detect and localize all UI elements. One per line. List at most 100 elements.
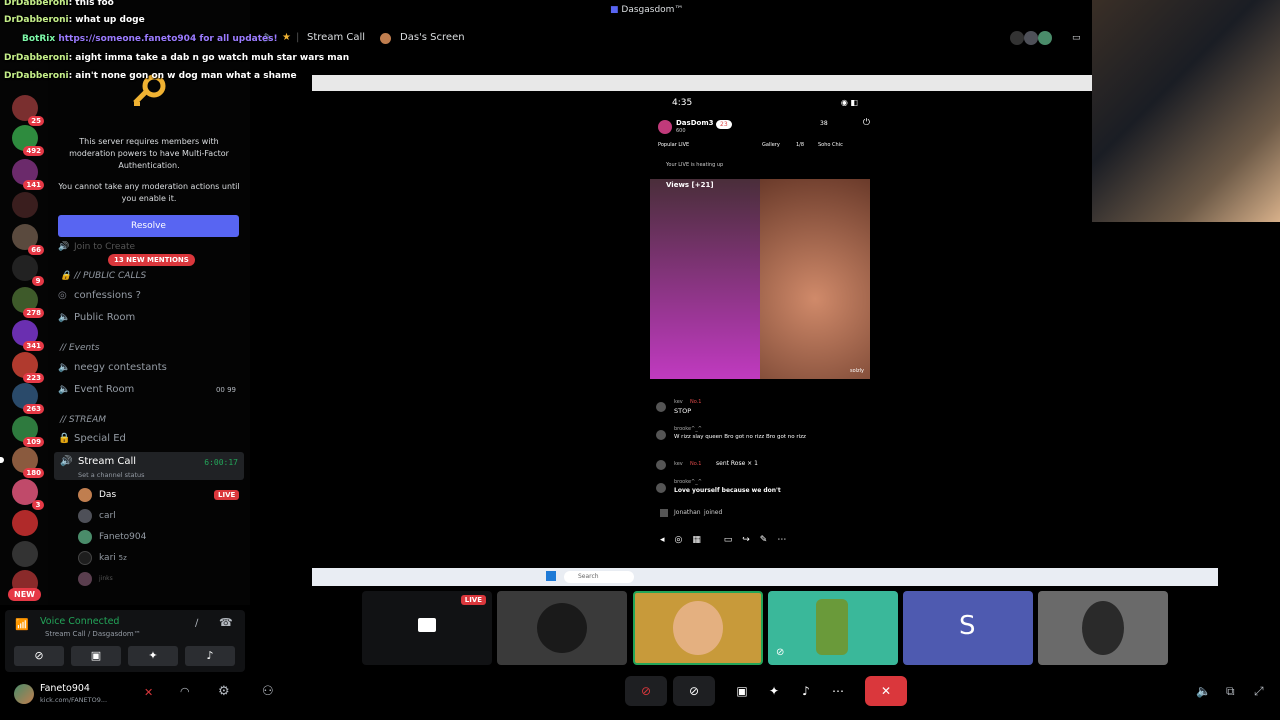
chat-line: DrDabberoni: what up doge	[4, 15, 145, 25]
soundboard-button[interactable]: ♪	[185, 646, 235, 666]
channel-public-room[interactable]: 🔈 Public Room	[58, 308, 244, 328]
channel-status[interactable]: Set a channel status	[78, 471, 145, 479]
windows-taskbar: Search	[312, 568, 1218, 586]
server-icon[interactable]: 25	[12, 95, 44, 126]
channel-stream-call[interactable]: 🔊 Stream Call Set a channel status 6:00:…	[54, 452, 244, 480]
voice-user[interactable]: Das	[78, 486, 116, 504]
channel-neegy-contestants[interactable]: 🔈 neegy contestants	[58, 358, 244, 378]
participant-tile[interactable]	[1038, 591, 1168, 665]
fullscreen-icon[interactable]: ⤢	[1254, 684, 1264, 699]
server-rail: 25 492 141 66 9 278 341 223 263 109 180 …	[0, 0, 48, 605]
participant-tile[interactable]	[497, 591, 627, 665]
disconnect-button[interactable]: ✕	[865, 676, 907, 706]
chat-line: DrDabberoni: aight imma take a dab n go …	[4, 53, 350, 63]
avatar	[656, 430, 666, 440]
avatar: S	[959, 611, 976, 641]
new-mentions-badge[interactable]: 13 NEW MENTIONS	[108, 254, 195, 266]
speaker-icon: 🔊	[60, 456, 73, 467]
voice-user[interactable]: kari 5z	[78, 549, 127, 567]
avatar	[78, 487, 92, 502]
server-icon[interactable]: 180	[0, 447, 44, 478]
avatar	[673, 601, 723, 655]
activities-button[interactable]: ✦	[128, 646, 178, 666]
avatar[interactable]	[1038, 31, 1052, 45]
server-icon[interactable]: 263	[12, 383, 44, 414]
noise-suppression-icon[interactable]: ∕	[195, 618, 198, 629]
server-icon[interactable]: 66	[12, 224, 44, 255]
screen-share-button[interactable]: ▣	[729, 676, 755, 706]
voice-user[interactable]: jinks	[78, 570, 113, 588]
camera-off-button[interactable]: ⊘	[14, 646, 64, 666]
participant-tile[interactable]: ⊘	[768, 591, 898, 665]
discord-logo-icon: ■	[610, 5, 619, 15]
user-panel: Faneto904 kick.com/FANETO9... ✕ ◠ ⚙	[0, 676, 250, 720]
speaker-icon: 🔊	[58, 242, 70, 252]
screen-share-button[interactable]: ▣	[71, 646, 121, 666]
channel-sidebar: This server requires members with modera…	[48, 0, 250, 605]
avatar[interactable]	[1024, 31, 1038, 45]
activities-button[interactable]: ✦	[761, 676, 787, 706]
channel-confessions[interactable]: ◎ confessions ?	[58, 286, 244, 306]
live-badge: LIVE	[214, 490, 240, 500]
soundboard-button[interactable]: ♪	[793, 676, 819, 706]
server-icon[interactable]: 278	[12, 287, 44, 318]
gift-counter: 23	[716, 120, 732, 129]
user-limit: 00 99	[215, 386, 236, 394]
host-name: DasDom3	[676, 119, 714, 127]
live-toolbar-icons: ◂◎▦ ▭↪✎⋯	[660, 535, 797, 545]
settings-gear-icon[interactable]: ⚙	[218, 684, 230, 699]
disconnect-icon[interactable]: ☎	[219, 616, 233, 629]
volume-icon[interactable]: 🔈	[1196, 684, 1211, 698]
resolve-button[interactable]: Resolve	[58, 215, 239, 237]
camera-toggle-button[interactable]: ⊘	[673, 676, 715, 706]
channel-special-ed[interactable]: 🔒 Special Ed	[58, 429, 244, 449]
avatar	[1082, 601, 1124, 655]
more-options-button[interactable]: ⋯	[825, 676, 851, 706]
avatar	[656, 460, 666, 470]
power-icon: ⏻	[862, 118, 870, 128]
server-icon[interactable]: 141	[12, 159, 44, 190]
star-icon: ★	[282, 32, 291, 43]
voice-user[interactable]: Faneto904	[78, 528, 146, 546]
category-public-calls[interactable]: 🔒 // PUBLIC CALLS	[60, 271, 146, 281]
headphones-icon[interactable]: ◠	[180, 685, 190, 698]
server-icon[interactable]: 341	[12, 320, 44, 351]
avatar[interactable]	[14, 684, 34, 704]
screen-name: Das's Screen	[400, 32, 465, 43]
participant-tile[interactable]	[633, 591, 763, 665]
custom-status: kick.com/FANETO9...	[40, 696, 108, 704]
category-events[interactable]: // Events	[60, 343, 99, 353]
server-icon[interactable]	[12, 510, 38, 536]
windows-start-icon	[546, 571, 556, 581]
server-icon[interactable]: 9	[12, 255, 44, 286]
category-stream[interactable]: // STREAM	[60, 415, 106, 425]
participant-tile[interactable]: S	[903, 591, 1033, 665]
mic-toggle-button[interactable]: ⊘	[625, 676, 667, 706]
call-header: 🔈 ★ | Stream Call Das's Screen ▭	[250, 28, 1092, 48]
server-icon[interactable]: 109	[12, 416, 44, 447]
add-friend-icon[interactable]: ⚇	[262, 684, 274, 699]
stage-icon: ◎	[58, 290, 67, 301]
viewer-count: 38	[820, 120, 828, 127]
server-icon[interactable]: 3	[12, 479, 44, 510]
call-controls: ⊘ ⊘ ▣ ✦ ♪ ⋯ ✕	[625, 676, 907, 708]
lock-icon: 🔒	[58, 433, 71, 444]
channel-event-room[interactable]: 🔈 Event Room 00 99	[58, 380, 244, 400]
avatar	[380, 33, 391, 44]
server-icon[interactable]	[12, 192, 38, 218]
phone-screen: 4:35 ◉ ◧ DasDom3 600 23 38 ⏻ Popular LIV…	[650, 90, 874, 550]
inbox-icon[interactable]: ▭	[1072, 28, 1081, 48]
mic-muted-icon[interactable]: ✕	[144, 686, 153, 699]
popout-icon[interactable]: ⧉	[1226, 684, 1235, 699]
signal-icon[interactable]: 📶	[15, 618, 29, 631]
server-icon[interactable]: 492	[12, 125, 44, 156]
voice-user[interactable]: carl	[78, 507, 116, 525]
browser-bar	[312, 75, 1092, 91]
server-icon[interactable]: 223	[12, 352, 44, 383]
new-badge[interactable]: NEW	[8, 588, 41, 601]
avatar[interactable]	[1010, 31, 1024, 45]
stream-view[interactable]: 4:35 ◉ ◧ DasDom3 600 23 38 ⏻ Popular LIV…	[312, 75, 1092, 585]
server-icon[interactable]	[12, 541, 38, 567]
chat-line: DrDabberoni: ain't none gon on w dog man…	[4, 71, 297, 81]
participant-tile[interactable]: LIVE	[362, 591, 492, 665]
